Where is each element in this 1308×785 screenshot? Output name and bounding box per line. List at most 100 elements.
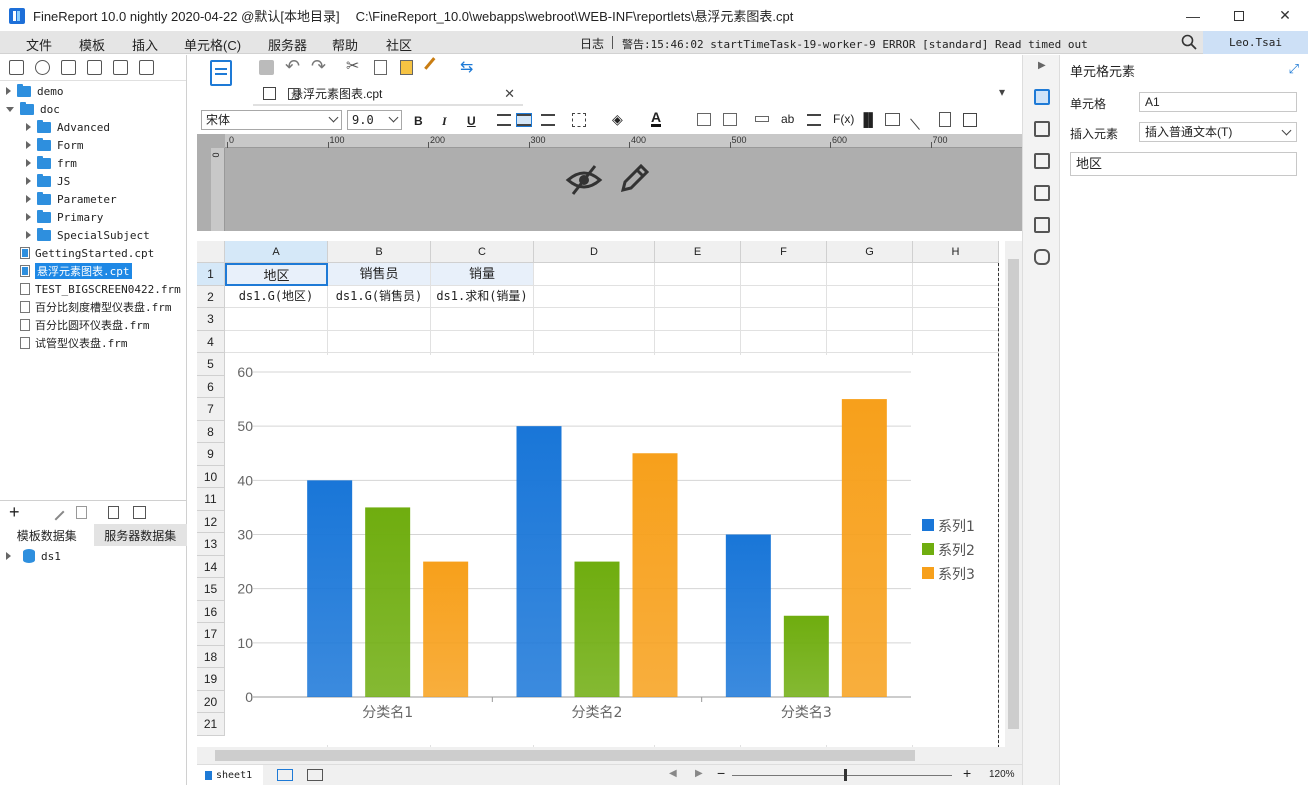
add-dataset-icon[interactable]: + [9,502,20,523]
menu-cell[interactable]: 单元格(C) [184,35,241,54]
switch-icon[interactable]: ⇆ [460,57,473,77]
expand-arrow-icon[interactable] [26,159,31,167]
minimize-button[interactable]: — [1170,0,1216,31]
cell-h3[interactable] [913,308,999,331]
row-header[interactable]: 20 [197,690,225,713]
cell-e4[interactable] [655,330,741,353]
tab-menu-icon[interactable]: ▾ [999,85,1005,99]
new-folder-icon[interactable] [9,60,24,75]
tree-item[interactable]: doc [6,100,60,118]
font-color-icon[interactable]: A [651,110,662,127]
row-header[interactable]: 7 [197,398,225,421]
vertical-scrollbar[interactable] [1005,241,1022,747]
settings-icon[interactable] [87,60,102,75]
expand-arrow-icon[interactable] [26,123,31,131]
row-header[interactable]: 1 [197,263,225,286]
cell-d1[interactable] [534,263,655,286]
cell-a3[interactable] [225,308,328,331]
search-icon[interactable] [1181,34,1197,50]
cell-h1[interactable] [913,263,999,286]
column-header[interactable]: B [328,241,431,263]
row-header[interactable]: 11 [197,488,225,511]
font-family-select[interactable]: 宋体 [201,110,342,130]
collapse-arrow-icon[interactable] [6,106,14,112]
log-button[interactable]: 日志 [580,35,604,52]
horizontal-scroll-thumb[interactable] [215,750,915,761]
column-header[interactable]: D [534,241,655,263]
row-header[interactable]: 14 [197,555,225,578]
cell-h4[interactable] [913,330,999,353]
row-header[interactable]: 2 [197,285,225,308]
hide-icon[interactable] [565,162,603,198]
formula-icon[interactable]: F(x) [833,112,854,126]
edit-dataset-icon[interactable] [47,503,65,521]
floating-bar-chart[interactable]: 0 10 20 30 40 50 60 分类名1 分类名2 分类名3 系列1 系列2 系列3 [225,355,998,745]
cell-f3[interactable] [741,308,827,331]
cell-b2[interactable]: ds1.G(销售员) [328,285,431,308]
menu-template[interactable]: 模板 [79,35,105,54]
prev-sheet-icon[interactable]: ◀ [669,768,677,779]
widget-settings-icon[interactable] [1034,185,1050,201]
cell-a2[interactable]: ds1.G(地区) [225,285,328,308]
spreadsheet-grid[interactable]: ABCDEFGH 1 2 3 4 5 6 7 8 9 10 11 12 13 14 15 16 17 18 19 20… [197,241,1005,747]
tree-item[interactable]: SpecialSubject [26,226,150,244]
cell-h2[interactable] [913,285,999,308]
row-header[interactable]: 13 [197,533,225,556]
cell-d3[interactable] [534,308,655,331]
tree-item[interactable]: GettingStarted.cpt [6,244,154,262]
refresh-icon[interactable] [35,60,50,75]
cell-d2[interactable] [534,285,655,308]
row-header[interactable]: 19 [197,668,225,691]
row-header[interactable]: 5 [197,353,225,376]
cell-b3[interactable] [328,308,431,331]
row-header[interactable]: 6 [197,375,225,398]
zoom-slider[interactable] [732,775,952,776]
dataset-item[interactable]: ds1 [6,549,61,563]
font-size-select[interactable]: 9.0 [347,110,402,130]
cell-name-field[interactable]: A1 [1139,92,1297,112]
collapse-arrow-icon[interactable]: ▶ [1038,60,1046,71]
bold-button[interactable]: B [414,114,423,128]
chart-icon[interactable]: ▐▌ [859,112,877,127]
redo-icon[interactable]: ↷ [311,56,326,77]
bar[interactable] [783,615,829,697]
cell-attribute-icon[interactable] [1034,121,1050,137]
unmerge-cell-icon[interactable] [723,113,737,126]
sub-report-icon[interactable] [939,112,951,127]
tree-item[interactable]: TEST_BIGSCREEN0422.frm [6,280,181,298]
align-center-icon[interactable] [516,113,532,127]
cell-e2[interactable] [655,285,741,308]
column-header[interactable]: G [827,241,913,263]
editor-tab[interactable]: 悬浮元素图表.cpt ✕ [253,82,523,106]
cell-e3[interactable] [655,308,741,331]
menu-community[interactable]: 社区 [386,35,412,54]
bar[interactable] [307,480,353,697]
sheet-tab[interactable]: sheet1 [197,765,263,785]
cell-c2[interactable]: ds1.求和(销量) [431,285,534,308]
copy-icon[interactable] [374,60,387,75]
cell-b4[interactable] [328,330,431,353]
tree-item[interactable]: Advanced [26,118,110,136]
zoom-slider-thumb[interactable] [844,769,847,781]
float-element-attr-icon[interactable] [1034,153,1050,169]
cell-f2[interactable] [741,285,827,308]
rich-text-icon[interactable] [807,114,821,126]
row-header[interactable]: 9 [197,443,225,466]
border-icon[interactable] [572,113,586,127]
column-header[interactable]: F [741,241,827,263]
zoom-out-button[interactable]: − [717,765,725,781]
bar[interactable] [841,399,887,697]
user-account[interactable]: Leo.Tsai [1203,31,1308,54]
row-header[interactable]: 17 [197,623,225,646]
format-painter-icon[interactable] [424,57,444,77]
italic-button[interactable]: I [442,114,447,129]
condition-attr-icon[interactable] [1034,217,1050,233]
menu-file[interactable]: 文件 [26,35,52,54]
row-header[interactable]: 18 [197,645,225,668]
preview-dataset-icon[interactable] [108,506,119,519]
vertical-scroll-thumb[interactable] [1008,259,1019,729]
tree-item[interactable]: Form [26,136,84,154]
cell-f4[interactable] [741,330,827,353]
delete-dataset-icon[interactable] [76,506,87,519]
column-header[interactable]: E [655,241,741,263]
